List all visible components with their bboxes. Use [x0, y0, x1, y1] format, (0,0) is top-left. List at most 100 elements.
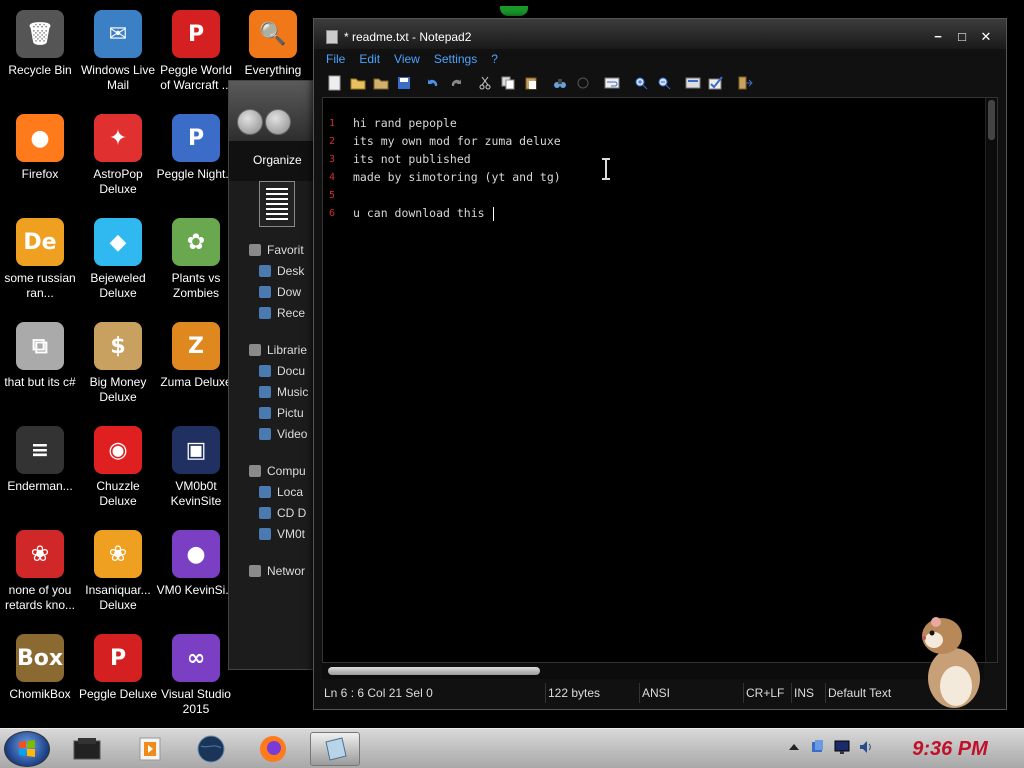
text-caret: [493, 206, 495, 221]
customize-schemes-icon[interactable]: [707, 74, 725, 92]
desktop-shortcut-label: Bejeweled Deluxe: [90, 271, 146, 300]
display-icon[interactable]: [834, 739, 850, 755]
desktop-shortcut[interactable]: Box ChomikBox: [0, 628, 80, 728]
desktop-shortcut[interactable]: ≡ Enderman...: [0, 420, 80, 520]
menu-view[interactable]: View: [394, 49, 420, 69]
vertical-scrollbar[interactable]: [985, 98, 997, 662]
desktop-shortcut[interactable]: ❀ Insaniquar... Deluxe: [78, 524, 158, 624]
desktop-shortcut-label: Everything: [244, 63, 302, 77]
zoom-out-icon[interactable]: [655, 74, 673, 92]
fish-icon: ❀: [94, 530, 142, 578]
taskbar-clock[interactable]: 9:36 PM: [880, 729, 1020, 768]
de-icon: De: [16, 218, 64, 266]
desktop-shortcut[interactable]: P Peggle Deluxe: [78, 628, 158, 728]
line-number: 5: [329, 190, 336, 201]
code-line[interactable]: its not published: [353, 152, 471, 166]
desktop-shortcut[interactable]: ● Firefox: [0, 108, 80, 208]
new-file-icon[interactable]: [326, 74, 344, 92]
status-encoding[interactable]: ANSI: [640, 683, 744, 703]
top-gadget: [500, 6, 528, 16]
word-wrap-icon[interactable]: [603, 74, 621, 92]
desktop-shortcut[interactable]: 🗑 Recycle Bin: [0, 4, 80, 104]
zoom-in-icon[interactable]: [632, 74, 650, 92]
title-bar[interactable]: * readme.txt - Notepad2 − □ ✕: [314, 19, 1006, 49]
nav-tree-label: Dow: [277, 284, 302, 299]
forward-button[interactable]: [265, 109, 291, 135]
horizontal-scrollbar[interactable]: [322, 663, 984, 679]
desktop-shortcut-label: Firefox: [21, 167, 59, 181]
desktop-shortcut[interactable]: ✿ Plants vs Zombies: [156, 212, 236, 312]
desktop-shortcut[interactable]: De some russian ran...: [0, 212, 80, 312]
volume-icon[interactable]: [858, 739, 874, 755]
desktop-shortcut[interactable]: $ Big Money Deluxe: [78, 316, 158, 416]
copy-icon[interactable]: [499, 74, 517, 92]
status-insert-mode[interactable]: INS: [792, 683, 826, 703]
network-icon[interactable]: [810, 739, 826, 755]
desktop-shortcut[interactable]: ✉ Windows Live Mail: [78, 4, 158, 104]
status-position: Ln 6 : 6 Col 21 Sel 0: [322, 683, 546, 703]
exit-icon[interactable]: [736, 74, 754, 92]
taskbar-globe-button[interactable]: [186, 732, 236, 766]
desktop-shortcut[interactable]: P Peggle Night...: [156, 108, 236, 208]
chuzzle-icon: ◉: [94, 426, 142, 474]
diamond-icon: ◆: [94, 218, 142, 266]
dragon-icon: ❀: [16, 530, 64, 578]
taskbar-notepad2-button[interactable]: [310, 732, 360, 766]
browse-icon[interactable]: [372, 74, 390, 92]
scheme-icon[interactable]: [684, 74, 702, 92]
code-line[interactable]: hi rand pepople: [353, 116, 457, 130]
menu-edit[interactable]: Edit: [359, 49, 380, 69]
horizontal-scroll-thumb[interactable]: [328, 667, 540, 675]
find-icon[interactable]: [551, 74, 569, 92]
status-eol[interactable]: CR+LF: [744, 683, 792, 703]
taskbar-media-player-button[interactable]: [124, 732, 174, 766]
recycle-bin-icon: 🗑: [16, 10, 64, 58]
visual-studio-icon: ∞: [172, 634, 220, 682]
save-icon[interactable]: [395, 74, 413, 92]
replace-icon[interactable]: [574, 74, 592, 92]
back-button[interactable]: [237, 109, 263, 135]
close-button[interactable]: ✕: [976, 29, 996, 45]
desktop-shortcut[interactable]: ◉ Chuzzle Deluxe: [78, 420, 158, 520]
desktop-shortcut-label: ChomikBox: [9, 687, 71, 701]
vertical-scroll-thumb[interactable]: [988, 100, 995, 140]
notepad2-window[interactable]: * readme.txt - Notepad2 − □ ✕ File Edit …: [313, 18, 1007, 710]
nav-tree-label: Favorit: [267, 242, 304, 257]
paste-icon[interactable]: [522, 74, 540, 92]
show-hidden-icons-icon[interactable]: [786, 739, 802, 755]
desktop-shortcut[interactable]: ❀ none of you retards kno...: [0, 524, 80, 624]
desktop-shortcut[interactable]: ✦ AstroPop Deluxe: [78, 108, 158, 208]
desktop-shortcut[interactable]: P Peggle World of Warcraft ...: [156, 4, 236, 104]
menu-help[interactable]: ?: [491, 49, 498, 69]
desktop-shortcut[interactable]: ⧉ that but its c#: [0, 316, 80, 416]
maximize-button[interactable]: □: [952, 29, 972, 45]
start-button[interactable]: [4, 731, 50, 767]
desktop-shortcut[interactable]: Z Zuma Deluxe: [156, 316, 236, 416]
undo-icon[interactable]: [424, 74, 442, 92]
redo-icon[interactable]: [447, 74, 465, 92]
organize-button[interactable]: Organize: [253, 153, 302, 167]
window-title: * readme.txt - Notepad2: [344, 30, 472, 44]
nav-tree-label: VM0t: [277, 526, 306, 541]
menu-file[interactable]: File: [326, 49, 345, 69]
desktop-shortcut[interactable]: ● VM0 KevinSi...: [156, 524, 236, 624]
taskbar-explorer-button[interactable]: [62, 732, 112, 766]
code-line[interactable]: u can download this: [353, 206, 495, 221]
code-line[interactable]: made by simotoring (yt and tg): [353, 170, 561, 184]
taskbar-firefox-button[interactable]: [248, 732, 298, 766]
drive-icon: [259, 485, 271, 498]
cut-icon[interactable]: [476, 74, 494, 92]
code-line[interactable]: its my own mod for zuma deluxe: [353, 134, 561, 148]
desktop-shortcut[interactable]: ◆ Bejeweled Deluxe: [78, 212, 158, 312]
status-size: 122 bytes: [546, 683, 640, 703]
code-line-text: u can download this: [353, 206, 492, 220]
desktop-shortcut-label: Plants vs Zombies: [171, 271, 221, 300]
open-folder-icon[interactable]: [349, 74, 367, 92]
menu-settings[interactable]: Settings: [434, 49, 477, 69]
notepad-icon: [326, 30, 338, 44]
desktop-shortcut-label: Zuma Deluxe: [160, 375, 232, 389]
desktop-shortcut[interactable]: ∞ Visual Studio 2015: [156, 628, 236, 728]
desktop-shortcut[interactable]: ▣ VM0b0t KevinSite: [156, 420, 236, 520]
minimize-button[interactable]: −: [928, 29, 948, 45]
text-editor[interactable]: 1 2 3 4 5 6 hi rand pepople its my own mod for…: [322, 97, 998, 663]
